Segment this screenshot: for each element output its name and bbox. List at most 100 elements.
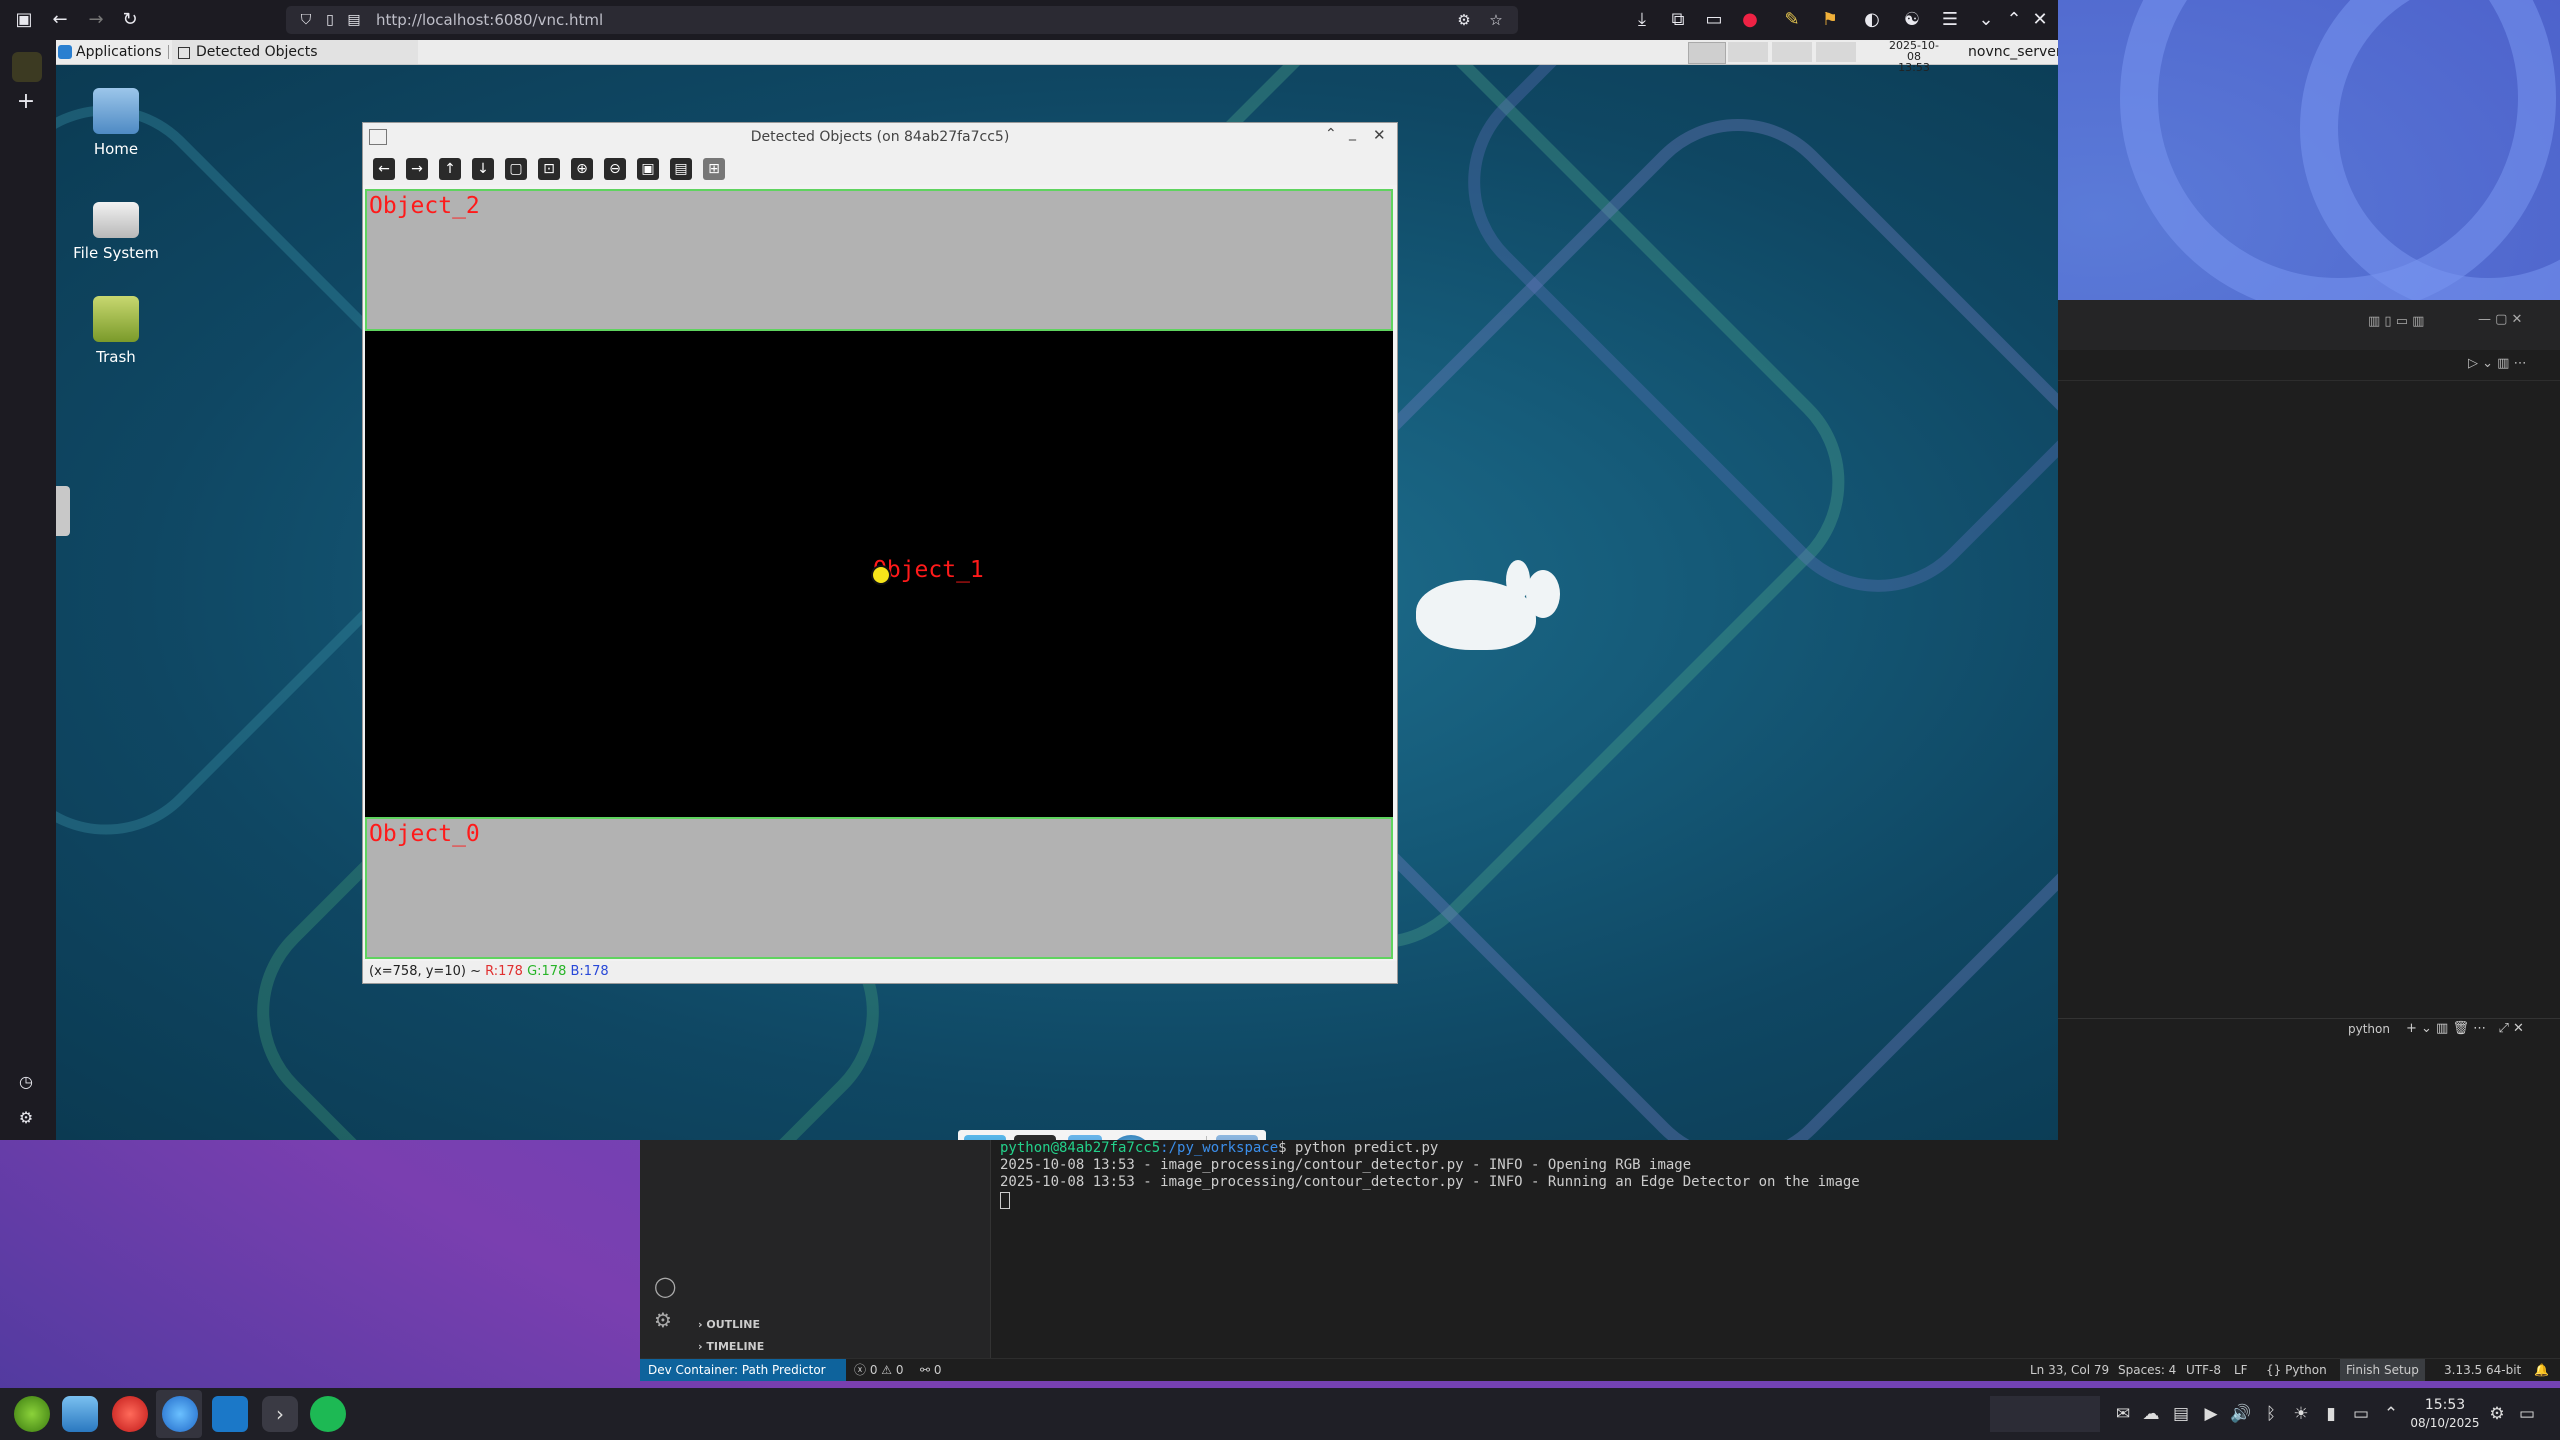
line-ending[interactable]: LF	[2234, 1359, 2248, 1381]
indentation[interactable]: Spaces: 4	[2118, 1359, 2176, 1381]
menu-icon[interactable]: ☰	[1936, 6, 1964, 34]
bluetooth-icon[interactable]: ᛒ	[2258, 1388, 2284, 1440]
problems-indicator[interactable]: ⓧ 0 ⚠ 0	[854, 1359, 903, 1381]
desktop-icon-file-system[interactable]: File System	[56, 192, 176, 262]
user-label[interactable]: novnc_server	[1968, 40, 2058, 64]
url-bar[interactable]: ⛉ ▯ ▤ http://localhost:6080/vnc.html ⚙ ☆	[286, 6, 1518, 34]
extension-icon[interactable]: ◐	[1858, 6, 1886, 34]
battery-icon[interactable]: ▮	[2318, 1388, 2344, 1440]
close-icon[interactable]: ✕	[1373, 126, 1386, 144]
language-mode[interactable]: {} Python	[2266, 1359, 2327, 1381]
pan-left-icon[interactable]: ←	[373, 158, 395, 180]
workspace-1[interactable]	[1688, 42, 1726, 64]
expand-icon[interactable]: ⊞	[703, 158, 725, 180]
vnc-tab-icon[interactable]	[12, 52, 42, 82]
chevron-up-icon[interactable]: ⌃	[2378, 1388, 2404, 1440]
close-icon[interactable]: ✕	[2026, 6, 2054, 34]
applications-menu[interactable]: Applications	[76, 40, 162, 64]
show-desktop-icon[interactable]: ▭	[2514, 1388, 2540, 1440]
minimize-icon[interactable]: _	[1349, 125, 1356, 141]
finish-setup-button[interactable]: Finish Setup	[2340, 1359, 2425, 1381]
workspace-3[interactable]	[1772, 42, 1812, 62]
history-icon[interactable]: ◷	[12, 1068, 40, 1096]
save-icon[interactable]: ▣	[637, 158, 659, 180]
window-titlebar[interactable]: Detected Objects (on 84ab27fa7cc5) ⌃ _ ✕	[363, 123, 1397, 153]
pan-up-icon[interactable]: ↑	[439, 158, 461, 180]
add-icon[interactable]: +	[12, 88, 40, 116]
image-canvas[interactable]: Object_2 Object_1 Object_0	[365, 189, 1393, 959]
clipboard-icon[interactable]: ▤	[2168, 1388, 2194, 1440]
extensions-icon[interactable]: ⧉	[1664, 6, 1692, 34]
pixel-b: B:178	[570, 964, 609, 979]
maximize-icon[interactable]: ⌃	[1325, 126, 1337, 142]
taskbar-clock[interactable]: 15:53 08/10/2025	[2410, 1396, 2480, 1432]
spotify-app-icon[interactable]	[310, 1396, 346, 1432]
ublock-icon[interactable]: ●	[1736, 6, 1764, 34]
workspace-2[interactable]	[1728, 42, 1768, 62]
pager[interactable]	[1990, 1396, 2100, 1432]
forward-icon[interactable]: →	[82, 6, 110, 34]
vscode-app-icon[interactable]	[212, 1396, 248, 1432]
zoom-out-icon[interactable]: ⊖	[604, 158, 626, 180]
browser-app-icon[interactable]	[162, 1396, 198, 1432]
volume-icon[interactable]: 🔊	[2228, 1388, 2254, 1440]
terminal-shell-name[interactable]: python	[2348, 1022, 2390, 1036]
files-app-icon[interactable]	[62, 1396, 98, 1432]
media-play-icon[interactable]: ▶	[2198, 1388, 2224, 1440]
pan-down-icon[interactable]: ↓	[472, 158, 494, 180]
window-controls[interactable]: — ▢ ✕	[2478, 312, 2522, 327]
settings-gear-icon[interactable]: ⚙	[2484, 1388, 2510, 1440]
zoom-original-icon[interactable]: ⊡	[538, 158, 560, 180]
opensuse-menu-icon[interactable]	[14, 1396, 50, 1432]
permissions-icon[interactable]: ▤	[340, 6, 368, 34]
cursor-position[interactable]: Ln 33, Col 79	[2030, 1359, 2109, 1381]
zoom-fit-icon[interactable]: ▢	[505, 158, 527, 180]
cloud-icon[interactable]: ☁	[2138, 1388, 2164, 1440]
remote-indicator[interactable]: Dev Container: Path Predictor	[640, 1359, 846, 1381]
vnc-viewport[interactable]: Applications Detected Objects 2025-10-08…	[56, 40, 2058, 1140]
notifications-bell-icon[interactable]: 🔔	[2534, 1359, 2549, 1381]
chevron-up-icon[interactable]: ⌃	[2000, 6, 2028, 34]
tray-icon[interactable]: ✉	[2110, 1388, 2136, 1440]
encoding[interactable]: UTF-8	[2186, 1359, 2221, 1381]
account-icon[interactable]: ☯	[1898, 6, 1926, 34]
manage-gear-icon[interactable]: ⚙	[654, 1308, 672, 1332]
terminal-actions[interactable]: + ⌄ ▥ 🗑 ⋯ ⤢ ✕	[2406, 1021, 2524, 1036]
settings-gear-icon[interactable]: ⚙	[12, 1104, 40, 1132]
side-bar: › OUTLINE › TIMELINE	[690, 1140, 991, 1358]
tracking-icon[interactable]: ⚙	[1450, 6, 1478, 34]
outline-section[interactable]: › OUTLINE	[698, 1318, 760, 1331]
display-icon[interactable]: ▭	[2348, 1388, 2374, 1440]
run-icon[interactable]: ▷ ⌄ ▥ ⋯	[2468, 356, 2527, 371]
downloads-icon[interactable]: ⤓	[1628, 6, 1656, 34]
layout-icons[interactable]: ▥ ▯ ▭ ▥	[2368, 314, 2424, 329]
sidebar-toggle-icon[interactable]: ▣	[10, 6, 38, 34]
extension-icon[interactable]: ⚑	[1816, 6, 1844, 34]
workspace-4[interactable]	[1816, 42, 1856, 62]
python-interpreter[interactable]: 3.13.5 64-bit	[2444, 1359, 2521, 1381]
reload-icon[interactable]: ↻	[116, 6, 144, 34]
panel-clock[interactable]: 2025-10-08 13:53	[1886, 40, 1942, 73]
pixel-coords: (x=758, y=10) ~	[369, 964, 481, 979]
pixel-r: R:178	[485, 964, 523, 979]
account-icon[interactable]: ◯	[654, 1274, 676, 1298]
zoom-in-icon[interactable]: ⊕	[571, 158, 593, 180]
panel-handle[interactable]	[56, 486, 70, 536]
terminal-panel[interactable]: python@84ab27fa7cc5:/py_workspace$ pytho…	[1000, 1140, 2540, 1358]
properties-icon[interactable]: ▤	[670, 158, 692, 180]
back-icon[interactable]: ←	[46, 6, 74, 34]
brightness-icon[interactable]: ☀	[2288, 1388, 2314, 1440]
ports-indicator[interactable]: ⚯ 0	[920, 1359, 942, 1381]
task-button-detected-objects[interactable]: Detected Objects	[172, 40, 418, 64]
extension-icon[interactable]: ✎	[1778, 6, 1806, 34]
chevron-down-icon[interactable]: ⌄	[1972, 6, 2000, 34]
timeline-section[interactable]: › TIMELINE	[698, 1340, 764, 1353]
desktop-icon-trash[interactable]: Trash	[56, 296, 176, 366]
bookmark-star-icon[interactable]: ☆	[1482, 6, 1510, 34]
window-title: Detected Objects (on 84ab27fa7cc5)	[750, 129, 1010, 145]
desktop-icon-home[interactable]: Home	[56, 88, 176, 158]
terminal-app-icon[interactable]: ›	[262, 1396, 298, 1432]
app-icon[interactable]	[112, 1396, 148, 1432]
pan-right-icon[interactable]: →	[406, 158, 428, 180]
reader-icon[interactable]: ▭	[1700, 6, 1728, 34]
